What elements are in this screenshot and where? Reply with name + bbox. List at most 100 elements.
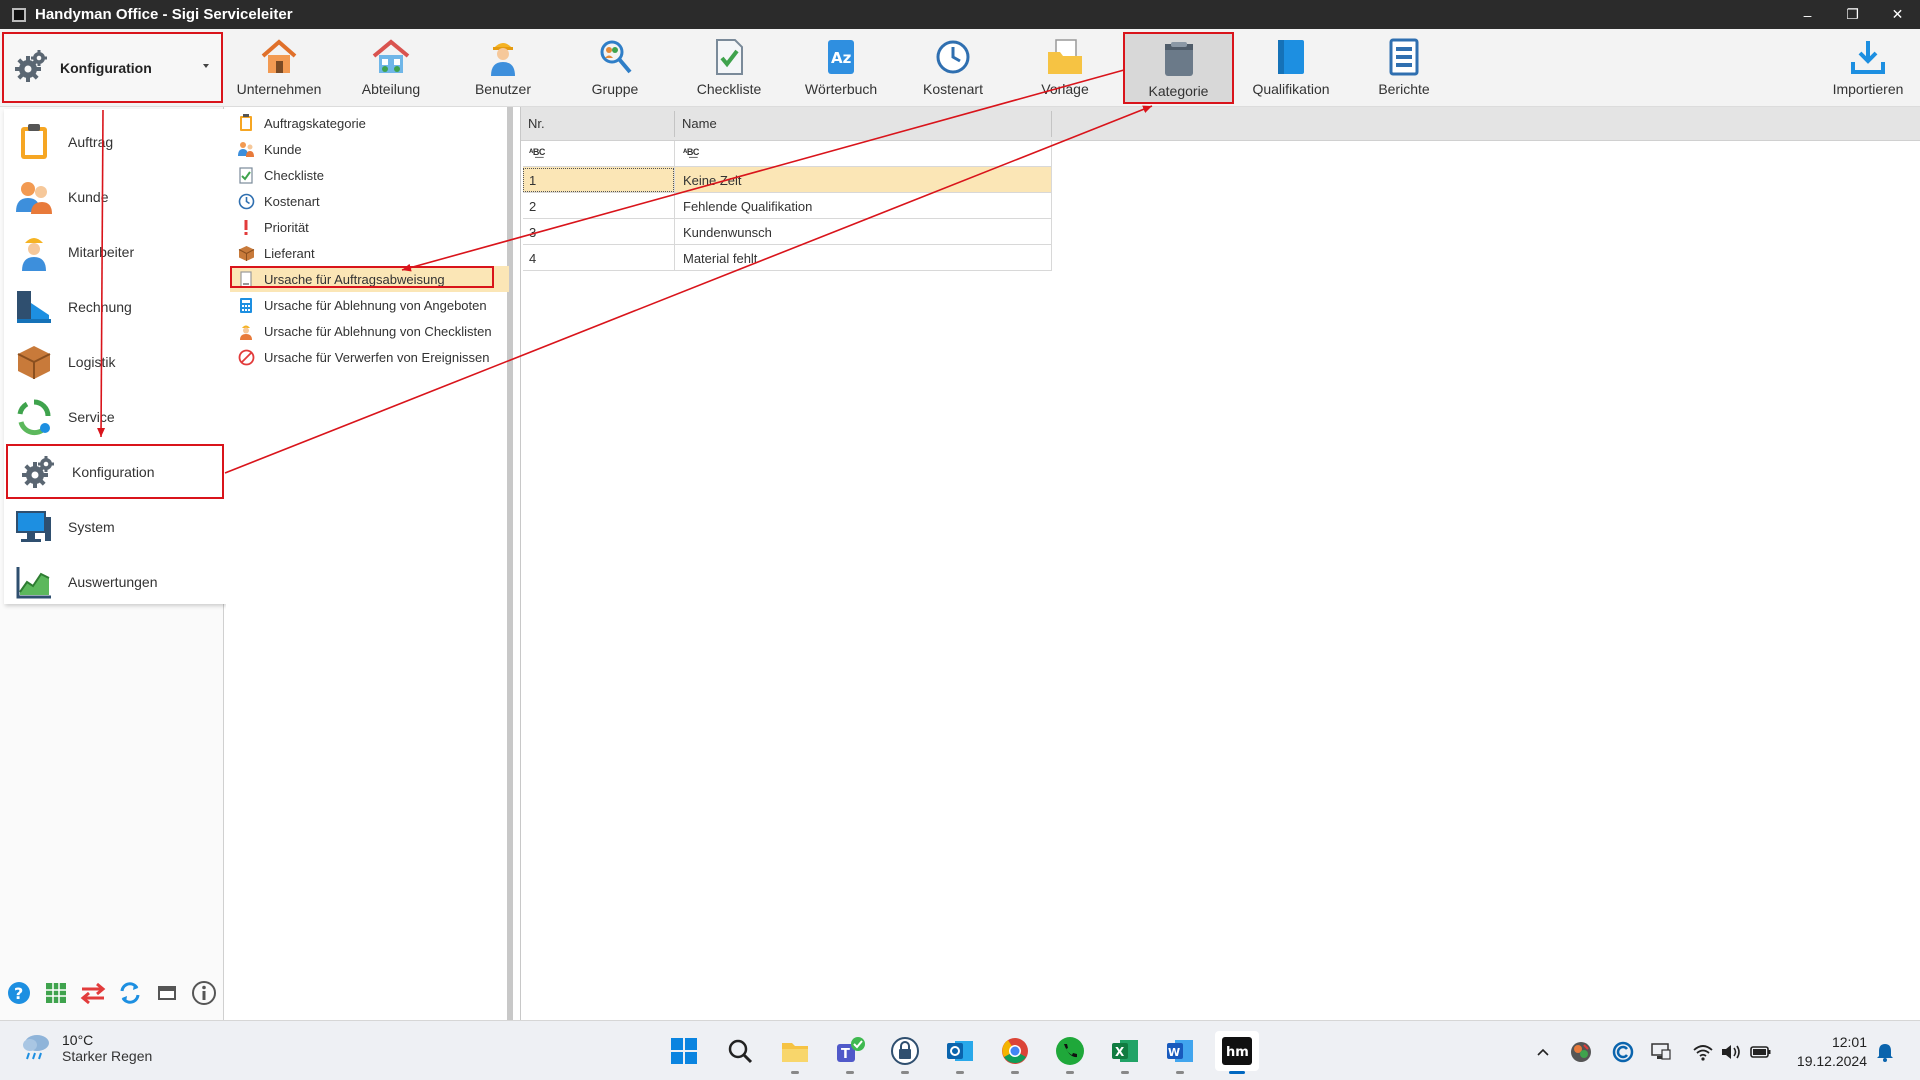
nav-item-auftrag[interactable]: Auftrag [4, 114, 226, 169]
outlook-icon[interactable] [940, 1031, 980, 1074]
avatar-icon[interactable] [1568, 1039, 1594, 1065]
info-icon[interactable] [185, 980, 222, 1006]
bell-icon[interactable] [1872, 1039, 1898, 1065]
chevron-up-icon[interactable] [1530, 1039, 1556, 1065]
cell-name[interactable]: Fehlende Qualifikation [683, 199, 812, 214]
cell-separator [1051, 219, 1052, 245]
cell-nr[interactable]: 1 [529, 173, 536, 188]
file-explorer-icon[interactable] [775, 1031, 815, 1074]
windows-start-icon[interactable] [664, 1031, 704, 1071]
battery-icon[interactable] [1748, 1039, 1774, 1065]
category-item-lieferant[interactable]: Lieferant [230, 240, 509, 266]
cell-nr[interactable]: 4 [529, 251, 536, 266]
refresh-icon[interactable] [111, 981, 148, 1005]
close-button[interactable]: ✕ [1875, 0, 1920, 29]
chrome-icon[interactable] [995, 1031, 1035, 1074]
nav-item-service[interactable]: Service [4, 389, 226, 444]
nav-item-rechnung[interactable]: Rechnung [4, 279, 226, 334]
restore-button[interactable]: ❐ [1830, 0, 1875, 29]
category-item-kunde[interactable]: Kunde [230, 136, 509, 162]
category-item-checkliste[interactable]: Checkliste [230, 162, 509, 188]
nav-item-kunde[interactable]: Kunde [4, 169, 226, 224]
ribbon-vorlage-button[interactable]: Vorlage [1011, 32, 1119, 104]
ribbon-woerterbuch-button[interactable]: Az Wörterbuch [787, 32, 895, 104]
weather-widget[interactable]: 10°C Starker Regen [20, 1031, 152, 1064]
phone-icon[interactable] [1050, 1031, 1090, 1074]
cell-name[interactable]: Keine Zeit [683, 173, 742, 188]
ribbon-importieren-button[interactable]: Importieren [1814, 32, 1920, 104]
system-clock[interactable]: 12:01 19.12.2024 [1797, 1033, 1867, 1071]
wifi-icon[interactable] [1690, 1039, 1716, 1065]
column-header-name[interactable]: Name [682, 116, 717, 131]
window-icon[interactable] [148, 984, 185, 1002]
clock-date: 19.12.2024 [1796, 1053, 1867, 1069]
category-item-ursache-ablehnung-checklisten[interactable]: Ursache für Ablehnung von Checklisten [230, 318, 509, 344]
cell-separator [674, 167, 675, 193]
filter-nr-input[interactable]: ᴬB͟C [529, 147, 545, 157]
cell-nr[interactable]: 2 [529, 199, 536, 214]
category-item-label: Lieferant [264, 245, 315, 261]
module-selector[interactable]: Konfiguration [2, 32, 223, 103]
nav-item-auswertungen[interactable]: Auswertungen [4, 554, 226, 609]
category-item-label: Priorität [264, 219, 309, 235]
ribbon-qualifikation-button[interactable]: Qualifikation [1237, 32, 1345, 104]
nav-item-system[interactable]: System [4, 499, 226, 554]
nav-item-logistik[interactable]: Logistik [4, 334, 226, 389]
word-icon[interactable]: W [1160, 1031, 1200, 1074]
category-item-label: Kunde [264, 141, 302, 157]
category-item-ursache-verwerfen-ereignisse[interactable]: Ursache für Verwerfen von Ereignissen [230, 344, 509, 370]
table-row[interactable]: 3 Kundenwunsch [523, 219, 1052, 245]
ribbon-kostenart-button[interactable]: Kostenart [899, 32, 1007, 104]
category-item-prioritaet[interactable]: Priorität [230, 214, 509, 240]
column-separator [1051, 111, 1052, 137]
computer-icon [12, 505, 56, 549]
cell-separator [674, 219, 675, 245]
nav-item-label: Logistik [68, 353, 116, 370]
category-item-label: Ursache für Verwerfen von Ereignissen [264, 349, 490, 365]
running-indicator [901, 1071, 909, 1074]
search-icon[interactable] [720, 1031, 760, 1071]
filter-name-input[interactable]: ᴬB͟C [683, 147, 699, 157]
filter-row: ᴬB͟C ᴬB͟C [523, 141, 1052, 167]
ribbon-benutzer-button[interactable]: Benutzer [449, 32, 557, 104]
excel-icon[interactable]: X [1105, 1031, 1145, 1074]
nav-item-konfiguration[interactable]: Konfiguration [6, 444, 224, 499]
ribbon-kostenart-label: Kostenart [923, 81, 983, 97]
volume-icon[interactable] [1718, 1039, 1744, 1065]
category-item-auftragskategorie[interactable]: Auftragskategorie [230, 110, 509, 136]
display-icon[interactable] [1648, 1039, 1674, 1065]
nav-item-label: Rechnung [68, 298, 132, 315]
table-row[interactable]: 2 Fehlende Qualifikation [523, 193, 1052, 219]
cell-name[interactable]: Kundenwunsch [683, 225, 772, 240]
cell-separator [674, 193, 675, 219]
ribbon-unternehmen-button[interactable]: Unternehmen [225, 32, 333, 104]
ribbon-checkliste-button[interactable]: Checkliste [675, 32, 783, 104]
teams-icon[interactable]: T [830, 1031, 870, 1074]
category-item-kostenart[interactable]: Kostenart [230, 188, 509, 214]
ribbon-gruppe-button[interactable]: Gruppe [561, 32, 669, 104]
ribbon-berichte-button[interactable]: Berichte [1350, 32, 1458, 104]
keepass-icon[interactable] [885, 1031, 925, 1074]
table-row[interactable]: 4 Material fehlt [523, 245, 1052, 271]
cell-name[interactable]: Material fehlt [683, 251, 757, 266]
nav-item-mitarbeiter[interactable]: Mitarbeiter [4, 224, 226, 279]
cell-separator [674, 245, 675, 271]
clipboard-small-icon [236, 113, 256, 133]
copilot-icon[interactable] [1610, 1039, 1636, 1065]
cell-nr[interactable]: 3 [529, 225, 536, 240]
gear-icon [14, 49, 48, 86]
ribbon-abteilung-button[interactable]: Abteilung [337, 32, 445, 104]
grid-icon[interactable] [37, 981, 74, 1005]
column-header-nr[interactable]: Nr. [528, 116, 545, 131]
handyman-icon[interactable]: hm [1215, 1031, 1259, 1074]
svg-text:hm: hm [1226, 1045, 1249, 1060]
swap-arrows-icon[interactable] [74, 981, 111, 1005]
table-row[interactable]: 1 Keine Zeit [523, 167, 1052, 193]
minimize-button[interactable]: – [1785, 0, 1830, 29]
help-icon[interactable]: ? [0, 981, 37, 1005]
category-item-ursache-auftragsabweisung[interactable]: Ursache für Auftragsabweisung [230, 266, 509, 292]
ribbon-abteilung-label: Abteilung [361, 81, 421, 97]
ribbon-kategorie-button[interactable]: Kategorie [1123, 32, 1234, 104]
category-item-ursache-ablehnung-angebote[interactable]: Ursache für Ablehnung von Angeboten [230, 292, 509, 318]
nav-item-label: Service [68, 408, 115, 425]
